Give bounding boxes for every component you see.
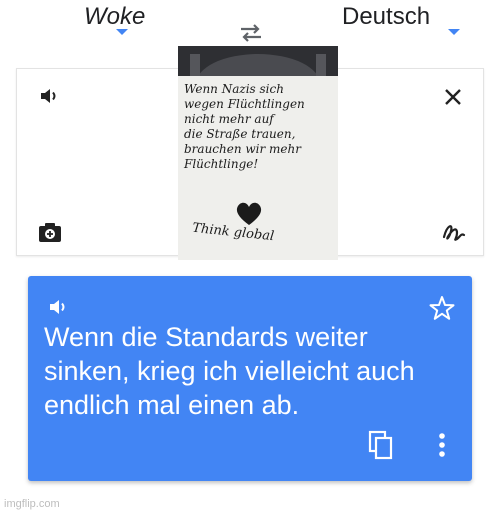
more-vert-icon[interactable] (438, 432, 446, 458)
source-language-dropdown-icon[interactable] (116, 29, 128, 35)
target-language-selector[interactable]: Deutsch (342, 3, 430, 31)
swap-languages-icon[interactable] (238, 22, 264, 44)
target-language-dropdown-icon[interactable] (448, 29, 460, 35)
copy-icon[interactable] (368, 430, 394, 460)
source-language-selector[interactable]: Woke (84, 3, 145, 31)
watermark: imgflip.com (4, 498, 60, 510)
protest-sign: Wenn Nazis sich wegen Flüchtlingen nicht… (178, 76, 338, 260)
translation-card: Wenn die Standards weiter sinken, krieg … (28, 276, 472, 481)
close-icon[interactable] (443, 87, 463, 107)
star-icon[interactable] (428, 294, 456, 322)
sign-text: Wenn Nazis sich wegen Flüchtlingen nicht… (184, 82, 305, 171)
translation-text: Wenn die Standards weiter sinken, krieg … (44, 322, 415, 420)
heart-icon (236, 202, 262, 225)
speaker-icon[interactable] (48, 296, 70, 318)
handwriting-icon[interactable] (441, 219, 467, 245)
sign-photo: Wenn Nazis sich wegen Flüchtlingen nicht… (178, 46, 338, 260)
speaker-icon[interactable] (38, 84, 62, 108)
camera-icon[interactable] (37, 220, 63, 244)
language-bar: Woke Deutsch (0, 0, 500, 45)
